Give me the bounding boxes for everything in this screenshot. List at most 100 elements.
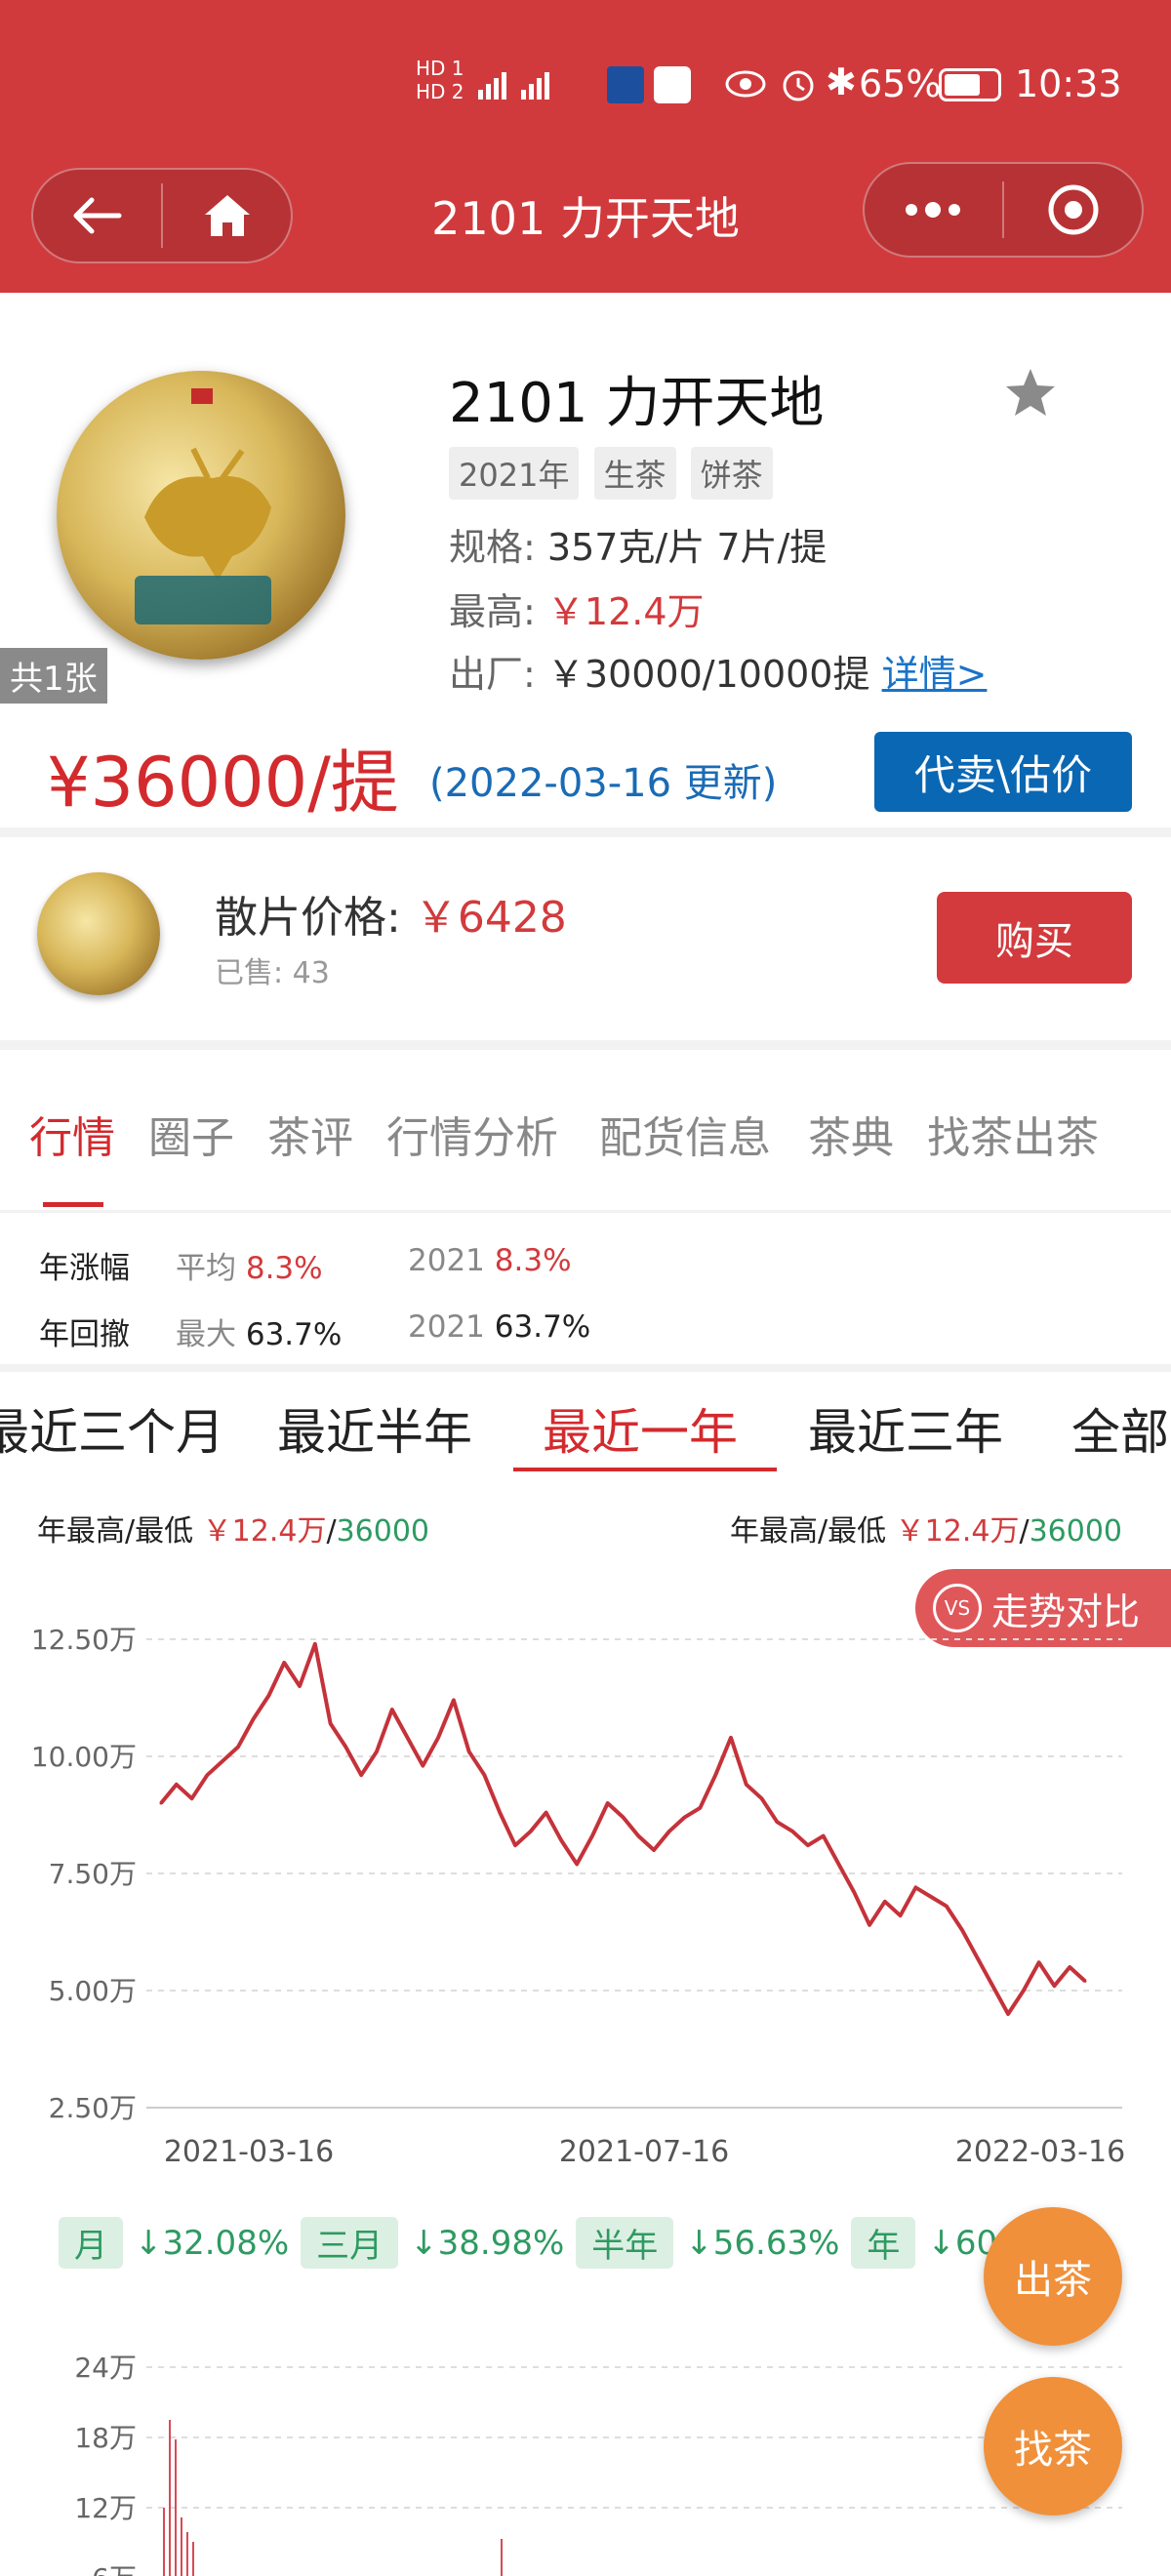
product-name: 2101 力开天地	[449, 372, 825, 435]
price-line-chart: 12.50万 10.00万 7.50万 5.00万 2.50万 2021-03-16 202…	[31, 1624, 1125, 2166]
price-point	[729, 1736, 733, 1740]
price-point	[221, 1759, 224, 1763]
arrow-left-icon	[73, 197, 122, 234]
detail-link[interactable]: 详情>	[882, 653, 988, 696]
tag-year: 2021年	[449, 447, 580, 500]
price-point	[343, 1745, 347, 1749]
buy-button[interactable]: 购买	[937, 892, 1132, 984]
change-3m-value: ↓38.98%	[410, 2223, 565, 2263]
price-point	[667, 1830, 671, 1833]
change-3m-label: 三月	[301, 2217, 399, 2269]
tab-analysis[interactable]: 行情分析	[386, 1103, 558, 1165]
change-year-label: 年	[851, 2217, 916, 2269]
update-date: (2022-03-16 更新)	[429, 761, 778, 806]
price-point	[790, 1830, 794, 1833]
tab-review[interactable]: 茶评	[267, 1103, 353, 1165]
more-dots-icon	[906, 202, 960, 218]
more-button[interactable]	[865, 164, 1001, 256]
tab-divider	[0, 1210, 1171, 1213]
price-point	[159, 1801, 163, 1805]
price-point	[436, 1736, 440, 1740]
annual-drawdown-year: 2021 63.7%	[408, 1309, 590, 1345]
factory-price-row: 出厂: ￥30000/10000提 详情>	[449, 644, 987, 698]
y-tick-label: 10.00万	[31, 1741, 137, 1773]
year-hilo-right: 年最高/最低 ￥12.4万/36000	[730, 1507, 1122, 1550]
factory-label: 出厂:	[449, 653, 536, 696]
pill-divider	[161, 183, 163, 248]
loose-price-row: 散片价格: ￥6428	[215, 882, 567, 945]
price-point	[899, 1913, 903, 1917]
consign-estimate-button[interactable]: 代卖\估价	[874, 732, 1132, 812]
favorite-star-icon[interactable]	[1003, 365, 1058, 420]
dd-year-value: 63.7%	[494, 1309, 591, 1345]
range-1y[interactable]: 最近一年	[543, 1393, 738, 1464]
price-point	[713, 1773, 717, 1777]
x-tick-label: 2022-03-16	[955, 2135, 1125, 2166]
price-point	[252, 1717, 256, 1721]
price-point	[298, 1684, 302, 1688]
price-point	[760, 1796, 764, 1800]
price-point	[1022, 1989, 1026, 1992]
tab-circle[interactable]: 圈子	[148, 1103, 234, 1165]
price-point	[883, 1900, 887, 1904]
price-point	[313, 1642, 317, 1646]
tab-encyclopedia[interactable]: 茶典	[808, 1103, 894, 1165]
price-point	[282, 1661, 286, 1665]
annual-rise-year: 2021 8.3%	[408, 1243, 572, 1278]
price-point	[606, 1801, 610, 1805]
range-3m[interactable]: 最近三个月	[0, 1393, 224, 1464]
spec-row: 规格: 357克/片 7片/提	[449, 517, 827, 571]
avg-value: 8.3%	[245, 1251, 323, 1286]
tea-cake-image[interactable]	[57, 371, 345, 660]
tab-find-tea[interactable]: 找茶出茶	[927, 1103, 1099, 1165]
annual-drawdown-max: 最大 63.7%	[176, 1309, 342, 1353]
tab-allocation[interactable]: 配货信息	[599, 1103, 771, 1165]
close-miniprogram-button[interactable]	[1005, 164, 1142, 256]
app-notification-icon	[607, 66, 644, 103]
price-point	[745, 1783, 748, 1787]
price-point	[913, 1885, 917, 1889]
signal-icon	[478, 62, 556, 101]
spec-value: 357克/片 7片/提	[546, 526, 828, 569]
price-point	[266, 1694, 270, 1698]
price-point	[529, 1830, 533, 1833]
change-month-label: 月	[59, 2217, 123, 2269]
range-active-indicator	[513, 1468, 777, 1471]
price-point	[375, 1750, 379, 1753]
hilo-label: 年最高/最低	[730, 1514, 887, 1549]
price-point	[652, 1848, 656, 1852]
home-button[interactable]	[164, 170, 291, 262]
max-label: 最高:	[449, 590, 536, 633]
loose-price-label: 散片价格:	[215, 893, 401, 943]
price-point	[175, 1783, 179, 1787]
volume-ytick: 6万	[92, 2562, 137, 2576]
price-point	[467, 1750, 471, 1753]
max-price-row: 最高: ￥12.4万	[449, 582, 705, 635]
hilo-label: 年最高/最低	[37, 1514, 194, 1549]
tag-form: 饼茶	[690, 447, 773, 500]
change-6m-label: 半年	[576, 2217, 674, 2269]
price-point	[960, 1928, 964, 1932]
price-point	[636, 1834, 640, 1838]
back-button[interactable]	[33, 170, 160, 262]
find-tea-button[interactable]: 找茶	[984, 2377, 1122, 2516]
volume-ytick: 12万	[74, 2492, 137, 2524]
battery-percent: 65%	[859, 62, 942, 105]
price-point	[329, 1721, 333, 1725]
range-all[interactable]: 全部	[1071, 1393, 1169, 1464]
range-6m[interactable]: 最近半年	[277, 1393, 472, 1464]
tag-type: 生茶	[593, 447, 676, 500]
tab-market[interactable]: 行情	[29, 1103, 115, 1165]
price-point	[806, 1843, 810, 1847]
product-tags: 2021年 生茶 饼茶	[449, 447, 783, 500]
alarm-icon	[779, 64, 818, 103]
price-point	[868, 1923, 871, 1927]
range-3y[interactable]: 最近三年	[808, 1393, 1003, 1464]
image-count-badge: 共1张	[0, 648, 107, 704]
ox-illustration	[144, 447, 271, 581]
price-point	[559, 1838, 563, 1842]
sell-tea-button[interactable]: 出茶	[984, 2207, 1122, 2346]
price-point	[698, 1806, 702, 1810]
price-point	[590, 1834, 594, 1838]
price-point	[575, 1862, 579, 1866]
